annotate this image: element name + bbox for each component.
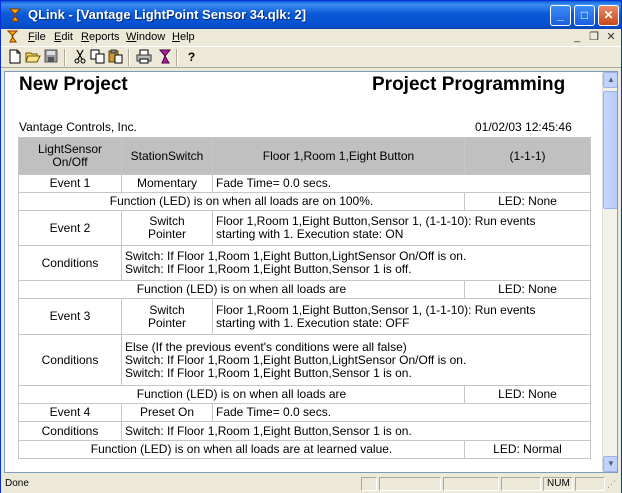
event-label: Event 1 — [18, 174, 122, 193]
report-title: Project Programming — [372, 74, 566, 95]
event-description: Fade Time= 0.0 secs. — [212, 403, 591, 422]
mdi-restore-button[interactable]: ❐ — [587, 31, 601, 44]
menu-file[interactable]: File — [28, 31, 46, 43]
table-row: Function (LED) is on when all loads are … — [18, 440, 591, 459]
copy-icon[interactable] — [89, 49, 106, 65]
status-bar: Done NUM ⋰ — [1, 475, 621, 493]
report-datetime: 01/02/03 12:45:46 — [475, 120, 572, 134]
status-panel — [443, 477, 499, 491]
toolbar-separator — [176, 49, 178, 66]
scroll-up-arrow-icon[interactable]: ▲ — [603, 72, 617, 88]
led-status: LED: None — [464, 385, 591, 404]
table-row: Function (LED) is on when all loads are … — [18, 192, 591, 211]
vertical-scrollbar[interactable]: ▲ ▼ — [602, 72, 617, 472]
scroll-down-arrow-icon[interactable]: ▼ — [603, 456, 617, 472]
table-row: Conditions Switch: If Floor 1,Room 1,Eig… — [18, 245, 591, 281]
toolbar-separator — [64, 49, 66, 66]
status-panel — [501, 477, 541, 491]
status-panel — [379, 477, 441, 491]
led-function: Function (LED) is on when all loads are … — [18, 192, 465, 211]
open-icon[interactable] — [24, 49, 41, 65]
conditions-text: Switch: If Floor 1,Room 1,Eight Button,L… — [121, 245, 591, 281]
conditions-text: Switch: If Floor 1,Room 1,Eight Button,S… — [121, 421, 591, 441]
window-title: QLink - [Vantage LightPoint Sensor 34.ql… — [28, 7, 307, 22]
num-lock-indicator: NUM — [547, 478, 570, 489]
save-icon[interactable] — [42, 49, 59, 65]
minimize-button[interactable]: _ — [550, 5, 571, 26]
table-row: Event 2 Switch Pointer Floor 1,Room 1,Eig… — [18, 210, 591, 246]
table-row: Conditions Switch: If Floor 1,Room 1,Eig… — [18, 421, 591, 441]
maximize-button[interactable]: □ — [574, 5, 595, 26]
event-label: Event 3 — [18, 298, 122, 335]
table-row: Function (LED) is on when all loads are … — [18, 385, 591, 404]
programming-table: LightSensor On/Off StationSwitch Floor 1,… — [18, 137, 591, 459]
event-type: Switch Pointer — [121, 298, 213, 335]
print-icon[interactable] — [135, 49, 152, 65]
led-function: Function (LED) is on when all loads are … — [18, 440, 465, 459]
event-description: Floor 1,Room 1,Eight Button,Sensor 1, (1… — [212, 210, 591, 246]
close-button[interactable]: ✕ — [598, 5, 619, 26]
conditions-label: Conditions — [18, 245, 122, 281]
menu-bar: File Edit Reports Window Help _ ❐ ✕ — [1, 29, 621, 46]
menu-edit[interactable]: Edit — [54, 31, 73, 43]
table-header-row: LightSensor On/Off StationSwitch Floor 1,… — [18, 137, 591, 175]
event-type: Momentary — [121, 174, 213, 193]
conditions-label: Conditions — [18, 334, 122, 386]
status-panel — [575, 477, 605, 491]
table-row: Event 1 Momentary Fade Time= 0.0 secs. — [18, 174, 591, 193]
table-row: Event 3 Switch Pointer Floor 1,Room 1,Eig… — [18, 298, 591, 335]
status-text: Done — [5, 478, 29, 489]
mdi-close-button[interactable]: ✕ — [604, 31, 618, 44]
header-switch-type: StationSwitch — [121, 137, 213, 175]
report-document: New Project Project Programming Vantage … — [4, 71, 618, 473]
header-location: Floor 1,Room 1,Eight Button — [212, 137, 465, 175]
event-type: Preset On — [121, 403, 213, 422]
event-description: Fade Time= 0.0 secs. — [212, 174, 591, 193]
program-icon[interactable] — [156, 49, 173, 65]
resize-grip-icon[interactable]: ⋰ — [607, 479, 619, 491]
qlink-app-icon[interactable] — [7, 7, 23, 23]
scrollbar-thumb[interactable] — [603, 91, 617, 209]
table-row: Function (LED) is on when all loads are … — [18, 280, 591, 299]
table-row: Conditions Else (If the previous event's… — [18, 334, 591, 386]
led-status: LED: Normal — [464, 440, 591, 459]
mdi-minimize-button[interactable]: _ — [570, 31, 584, 44]
menu-window[interactable]: Window — [126, 31, 165, 43]
toolbar: ? — [1, 46, 621, 68]
led-function: Function (LED) is on when all loads are — [18, 280, 465, 299]
menu-reports[interactable]: Reports — [81, 31, 120, 43]
event-type: Switch Pointer — [121, 210, 213, 246]
led-status: LED: None — [464, 280, 591, 299]
company-name: Vantage Controls, Inc. — [19, 120, 137, 134]
app-window: QLink - [Vantage LightPoint Sensor 34.ql… — [0, 0, 622, 493]
led-status: LED: None — [464, 192, 591, 211]
new-icon[interactable] — [6, 49, 23, 65]
paste-icon[interactable] — [107, 49, 124, 65]
menu-help[interactable]: Help — [172, 31, 195, 43]
event-label: Event 2 — [18, 210, 122, 246]
title-bar[interactable]: QLink - [Vantage LightPoint Sensor 34.ql… — [1, 1, 621, 29]
conditions-label: Conditions — [18, 421, 122, 441]
cut-icon[interactable] — [71, 49, 88, 65]
help-icon[interactable]: ? — [183, 49, 200, 65]
event-label: Event 4 — [18, 403, 122, 422]
toolbar-separator — [128, 49, 130, 66]
header-address: (1-1-1) — [464, 137, 591, 175]
table-row: Event 4 Preset On Fade Time= 0.0 secs. — [18, 403, 591, 422]
status-panel — [361, 477, 377, 491]
header-switch-name: LightSensor On/Off — [18, 137, 122, 175]
conditions-text: Else (If the previous event's conditions… — [121, 334, 591, 386]
event-description: Floor 1,Room 1,Eight Button,Sensor 1, (1… — [212, 298, 591, 335]
document-icon[interactable] — [5, 30, 21, 44]
led-function: Function (LED) is on when all loads are — [18, 385, 465, 404]
project-name: New Project — [19, 74, 128, 95]
